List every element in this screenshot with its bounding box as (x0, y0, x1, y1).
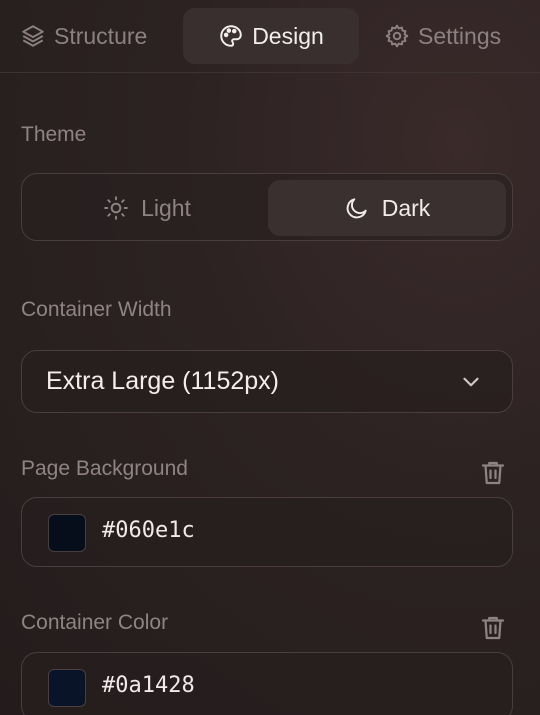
tab-structure[interactable]: Structure (20, 8, 147, 64)
container-width-value: Extra Large (1152px) (46, 367, 279, 395)
trash-icon[interactable] (478, 458, 508, 488)
theme-dark-label: Dark (381, 194, 431, 221)
tab-design[interactable]: Design (183, 8, 359, 64)
moon-icon (346, 198, 367, 219)
container-color-field[interactable]: #0a1428 (21, 652, 513, 715)
trash-icon[interactable] (478, 613, 508, 643)
theme-light-label: Light (141, 194, 191, 221)
tab-label: Settings (418, 22, 502, 49)
page-background-field[interactable]: #060e1c (21, 497, 513, 567)
tab-label: Design (252, 22, 324, 49)
color-swatch[interactable] (48, 669, 86, 707)
page-background-label: Page Background (21, 457, 188, 480)
color-swatch[interactable] (48, 514, 86, 552)
container-color-label: Container Color (21, 611, 169, 634)
theme-light-button[interactable]: Light (28, 180, 266, 236)
tab-label: Structure (54, 22, 148, 49)
palette-icon (220, 25, 242, 47)
gear-icon (385, 24, 409, 48)
chevron-down-icon (463, 377, 479, 387)
container-width-label: Container Width (21, 298, 172, 321)
theme-toggle: Light Dark (21, 173, 513, 241)
page-background-value: #060e1c (102, 518, 195, 543)
theme-dark-button[interactable]: Dark (268, 180, 506, 236)
sun-icon (104, 196, 128, 220)
tab-bar: Structure Design Settings (0, 0, 540, 73)
container-width-select[interactable]: Extra Large (1152px) (21, 350, 513, 413)
container-color-value: #0a1428 (102, 673, 195, 698)
layers-icon (22, 25, 44, 47)
tab-settings[interactable]: Settings (384, 8, 501, 64)
theme-label: Theme (21, 123, 87, 146)
